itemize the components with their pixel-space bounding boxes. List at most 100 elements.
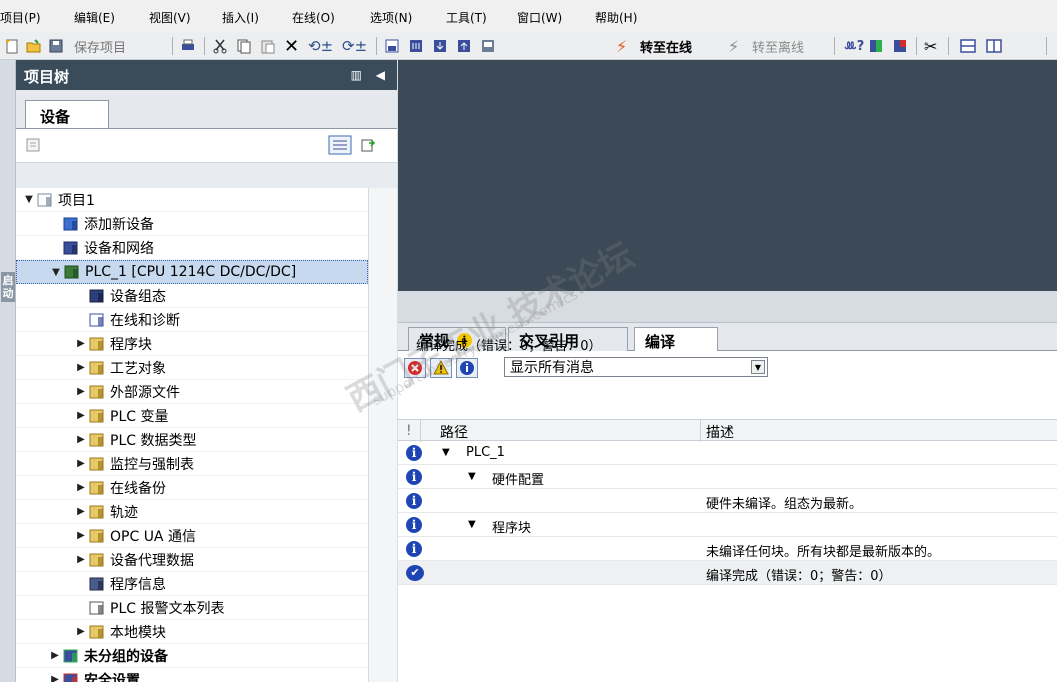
go-offline-button[interactable]: 转至离线 (752, 36, 804, 56)
go-online-button[interactable]: 转至在线 (640, 36, 692, 56)
menu-insert[interactable]: 插入(I) (222, 9, 259, 26)
tree-item[interactable]: ▶ 安全设置 (16, 668, 368, 682)
show-errors-icon[interactable] (404, 358, 426, 382)
menu-help[interactable]: 帮助(H) (595, 9, 637, 26)
cut-icon[interactable] (212, 36, 228, 56)
tree-item[interactable]: 设备组态 (16, 284, 368, 308)
go-offline-icon[interactable]: ⚡ (728, 36, 739, 56)
tree-item[interactable]: ▶ 程序块 (16, 332, 368, 356)
chevron-down-icon[interactable]: ▼ (751, 360, 765, 374)
expand-icon[interactable]: ▶ (74, 626, 88, 637)
tree-item[interactable]: 程序信息 (16, 572, 368, 596)
tree-item[interactable]: ▶ 本地模块 (16, 620, 368, 644)
copy-icon[interactable] (236, 36, 252, 56)
tree-item[interactable]: 添加新设备 (16, 212, 368, 236)
upload-icon[interactable] (456, 36, 472, 56)
menu-window[interactable]: 窗口(W) (517, 9, 562, 26)
collapse-icon[interactable]: ▼ (468, 519, 476, 530)
start-cpu-icon[interactable] (868, 36, 884, 56)
table-row[interactable]: i 硬件未编译。组态为最新。 (398, 489, 1057, 513)
tree-item[interactable]: ▶ 在线备份 (16, 476, 368, 500)
add-to-editor-icon[interactable] (360, 137, 376, 157)
paste-icon[interactable] (260, 36, 276, 56)
tree-item[interactable]: ▶ 工艺对象 (16, 356, 368, 380)
tree-scrollbar[interactable] (368, 188, 397, 682)
delete-icon[interactable]: ✕ (284, 36, 299, 57)
menu-online[interactable]: 在线(O) (292, 9, 335, 26)
tree-item-label: 程序块 (110, 336, 152, 353)
tree-item[interactable]: ▶ 监控与强制表 (16, 452, 368, 476)
menu-project[interactable]: 项目(P) (0, 9, 41, 26)
table-row[interactable]: i 未编译任何块。所有块都是最新版本的。 (398, 537, 1057, 561)
compile-icon[interactable] (408, 36, 424, 56)
tree-item[interactable]: ▶ 未分组的设备 (16, 644, 368, 668)
tree-item[interactable]: ▶ PLC 数据类型 (16, 428, 368, 452)
tree-item[interactable]: ▼ PLC_1 [CPU 1214C DC/DC/DC] (16, 260, 368, 284)
print-icon[interactable] (180, 36, 196, 56)
tree-item[interactable]: PLC 报警文本列表 (16, 596, 368, 620)
collapse-icon[interactable]: ▼ (49, 267, 63, 278)
undo-icon[interactable]: ⟲± (308, 36, 333, 56)
detail-view-icon[interactable] (328, 135, 352, 159)
tree-item[interactable]: 设备和网络 (16, 236, 368, 260)
folder-icon (88, 480, 106, 496)
open-project-icon[interactable] (26, 36, 42, 56)
menu-options[interactable]: 选项(N) (370, 9, 412, 26)
collapse-icon[interactable]: ▼ (468, 471, 476, 482)
expand-icon[interactable]: ▶ (74, 362, 88, 373)
expand-icon[interactable]: ▶ (74, 506, 88, 517)
show-info-icon[interactable] (456, 358, 478, 382)
project-tree: ▼ 项目1 添加新设备 设备和网络 ▼ PLC_1 [CPU 1214C DC/DC/DC… (16, 188, 397, 682)
expand-icon[interactable]: ▶ (74, 386, 88, 397)
menu-view[interactable]: 视图(V) (149, 9, 191, 26)
accessible-devices-icon[interactable]: ꔛ? (844, 36, 864, 56)
table-row[interactable]: i ▼ 硬件配置 (398, 465, 1057, 489)
expand-icon[interactable]: ▶ (74, 554, 88, 565)
expand-icon[interactable]: ▶ (48, 674, 62, 682)
message-filter-select[interactable]: 显示所有消息 ▼ (504, 357, 768, 377)
split-vertical-icon[interactable] (986, 36, 1002, 56)
save-project-button[interactable]: 保存项目 (48, 36, 126, 56)
expand-icon[interactable]: ▶ (74, 530, 88, 541)
path-column-header[interactable]: 路径 (440, 422, 468, 442)
redo-icon[interactable]: ⟳± (342, 36, 367, 56)
new-project-icon[interactable] (4, 36, 20, 56)
cross-reference-icon[interactable]: ✂ (924, 36, 937, 56)
tree-item[interactable]: ▶ PLC 变量 (16, 404, 368, 428)
tab-devices[interactable]: 设备 (25, 100, 109, 128)
simulation-icon[interactable] (480, 36, 496, 56)
menu-tools[interactable]: 工具(T) (446, 9, 487, 26)
collapse-panel-icon[interactable]: ◀ (376, 68, 385, 82)
start-vertical-label[interactable]: 启动 (1, 272, 15, 302)
table-row[interactable]: i ▼ PLC_1 (398, 441, 1057, 465)
status-column-header[interactable]: ! (406, 423, 412, 439)
tree-item[interactable]: ▶ 外部源文件 (16, 380, 368, 404)
tree-item[interactable]: 在线和诊断 (16, 308, 368, 332)
expand-icon[interactable]: ▶ (74, 458, 88, 469)
alarm-text-icon (88, 600, 106, 616)
expand-icon[interactable]: ▶ (74, 482, 88, 493)
expand-icon[interactable]: ▶ (74, 434, 88, 445)
go-online-icon[interactable]: ⚡ (616, 36, 627, 56)
menu-edit[interactable]: 编辑(E) (74, 9, 115, 26)
tree-item[interactable]: ▶ OPC UA 通信 (16, 524, 368, 548)
collapse-icon[interactable]: ▼ (22, 194, 36, 205)
stop-cpu-icon[interactable] (892, 36, 908, 56)
tree-item[interactable]: ▶ 轨迹 (16, 500, 368, 524)
panel-layout-icon[interactable]: ▥ (351, 68, 362, 82)
split-editor-icon[interactable] (384, 36, 400, 56)
download-icon[interactable] (432, 36, 448, 56)
split-horizontal-icon[interactable] (960, 36, 976, 56)
show-warnings-icon[interactable] (430, 358, 452, 382)
tree-item[interactable]: ▼ 项目1 (16, 188, 368, 212)
expand-icon[interactable]: ▶ (74, 338, 88, 349)
description-column-header[interactable]: 描述 (706, 422, 734, 442)
tree-view-icon[interactable] (26, 137, 42, 157)
table-row[interactable]: i ▼ 程序块 (398, 513, 1057, 537)
tab-compile[interactable]: 编译 (634, 327, 718, 352)
expand-icon[interactable]: ▶ (74, 410, 88, 421)
collapse-icon[interactable]: ▼ (442, 447, 450, 458)
expand-icon[interactable]: ▶ (48, 650, 62, 661)
table-row[interactable]: ✔ 编译完成（错误：0；警告：0） (398, 561, 1057, 585)
tree-item[interactable]: ▶ 设备代理数据 (16, 548, 368, 572)
